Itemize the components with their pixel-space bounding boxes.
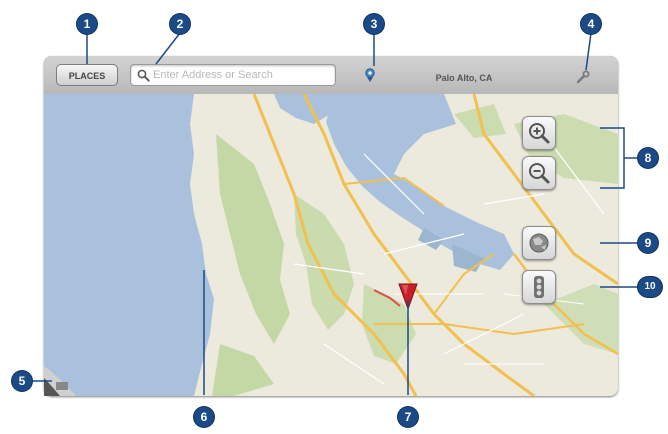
figure: PLACES Palo Alto, CA <box>0 0 668 434</box>
callout-5: 5 <box>12 371 32 391</box>
callout-10: 10 <box>638 277 662 297</box>
leader-line-2 <box>155 32 181 65</box>
leader-line-4 <box>585 32 592 71</box>
callout-4: 4 <box>581 14 601 34</box>
callout-leader-lines <box>32 32 638 395</box>
callout-8: 8 <box>638 148 658 168</box>
callout-7: 7 <box>398 407 418 427</box>
callout-2: 2 <box>170 14 190 34</box>
callout-9: 9 <box>638 233 658 253</box>
callout-6: 6 <box>194 407 214 427</box>
callout-3: 3 <box>364 14 384 34</box>
leader-line-8 <box>600 127 638 189</box>
callout-1: 1 <box>77 14 97 34</box>
